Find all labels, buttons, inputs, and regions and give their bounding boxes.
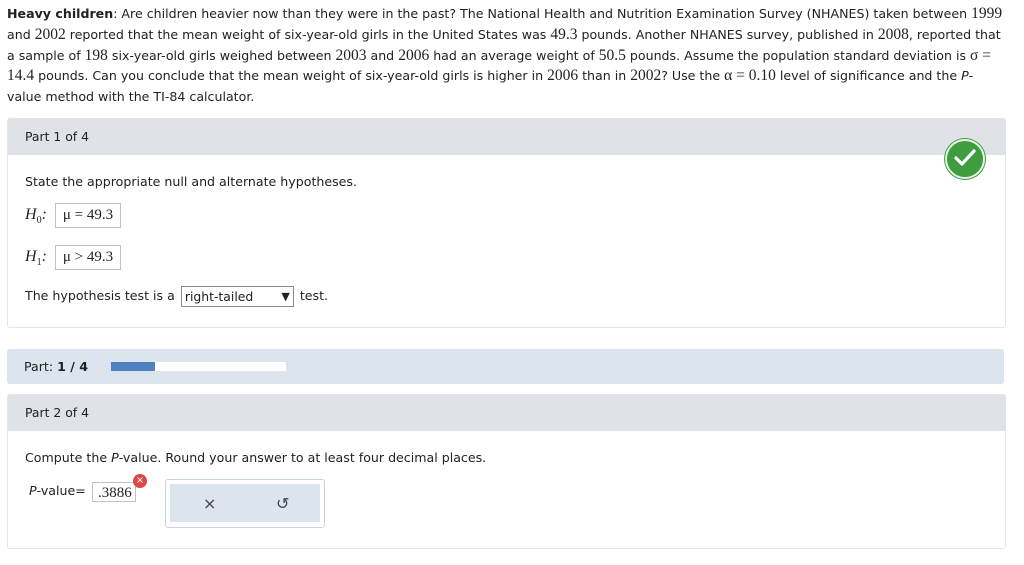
problem-segment: pounds. Assume the population standard d… [625,47,971,63]
test-type-selected: right-tailed [184,289,254,304]
undo-button[interactable]: ↺ [276,494,289,513]
part-2-instruction: Compute the P-value. Round your answer t… [25,450,487,465]
problem-segment: six-year-old girls weighed between [107,47,336,63]
h1-label: H1: [25,248,47,269]
part-1-header: Part 1 of 4 [8,119,1005,155]
dropdown-arrow-icon: ▼ [281,290,290,303]
problem-segment: α = 0.10 [724,67,776,85]
problem-segment: and [7,26,35,42]
h1-answer-field[interactable]: μ > 49.3 [54,245,122,270]
progress-track [111,362,286,371]
problem-segment: had an average weight of [429,47,599,63]
part-1-panel: Part 1 of 4 State the appropriate null a… [7,118,1006,328]
part-2-panel: Part 2 of 4 Compute the P-value. Round y… [7,394,1006,549]
problem-title: Heavy children [7,6,114,21]
h0-row: H0: μ = 49.3 [25,203,122,228]
test-type-dropdown[interactable]: right-tailed ▼ [180,286,294,307]
problem-segment: 2002 [630,67,662,85]
incorrect-x-icon: × [133,474,147,488]
problem-segment: pounds. Another NHANES survey, published… [577,26,878,42]
problem-statement: Heavy children: Are children heavier now… [7,4,1007,108]
h0-answer-field[interactable]: μ = 49.3 [54,203,122,228]
problem-segment: 198 [84,46,108,64]
problem-segment: 49.3 [550,25,578,43]
pvalue-input[interactable]: .3886 [92,482,136,502]
problem-body: : Are children heavier now than they wer… [7,5,1003,104]
problem-segment: 1999 [971,5,1003,22]
correct-check-icon [945,139,985,179]
problem-segment: : Are children heavier now than they wer… [113,6,972,21]
problem-segment: pounds. Can you conclude that the mean w… [34,68,548,84]
test-type-prefix: The hypothesis test is a [25,288,175,303]
problem-segment: than in [578,68,631,84]
problem-segment: 2006 [398,46,430,64]
answer-tools-inner: × ↺ [170,484,320,522]
h1-row: H1: μ > 49.3 [25,245,122,270]
problem-segment: reported that the mean weight of six-yea… [65,26,551,42]
problem-segment: 2002 [34,25,66,43]
progress-fill [111,362,155,371]
h0-label: H0: [25,206,47,227]
problem-segment: 2008 [877,25,909,43]
part-progress: Part: 1 / 4 [7,349,1004,384]
clear-button[interactable]: × [203,494,216,513]
problem-segment: ? Use the [661,68,725,84]
part-1-instruction: State the appropriate null and alternate… [25,174,357,189]
test-type-row: The hypothesis test is a right-tailed ▼ … [25,286,328,307]
problem-segment: 50.5 [598,46,626,64]
problem-segment: level of significance and the [775,68,962,84]
part-2-header: Part 2 of 4 [8,395,1005,431]
progress-label: Part: 1 / 4 [24,359,89,374]
problem-segment: P [961,68,969,84]
answer-tools: × ↺ [165,479,325,528]
test-type-suffix: test. [299,288,329,303]
pvalue-label: P-value= [29,483,86,498]
problem-segment: 2003 [335,46,367,64]
problem-segment: 2006 [547,67,579,85]
problem-segment: and [366,47,399,63]
